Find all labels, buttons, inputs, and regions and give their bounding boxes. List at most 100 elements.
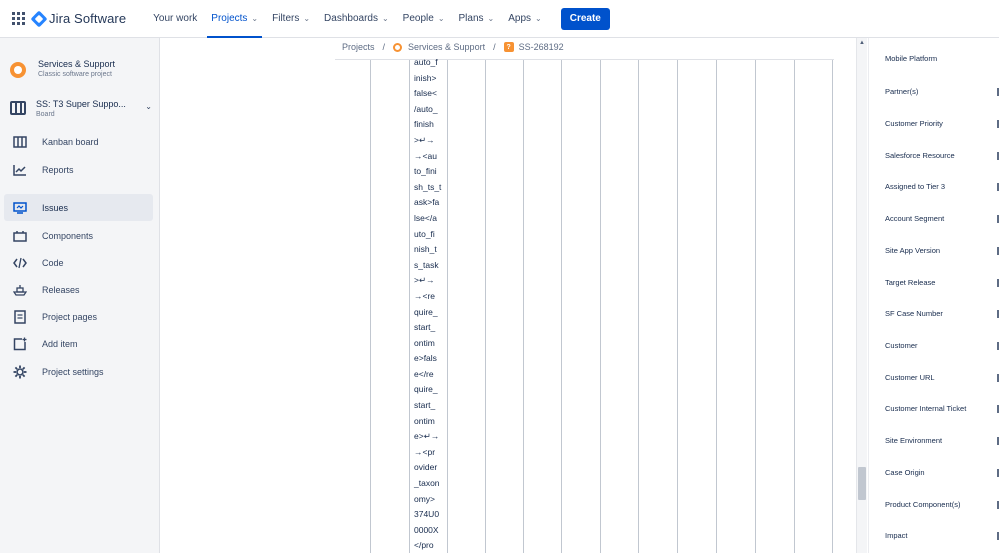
issue-description-table bbox=[335, 59, 834, 553]
cell-line: 0000X bbox=[414, 524, 439, 535]
table-column-divider bbox=[600, 60, 601, 553]
field-label-case-origin: Case Origin bbox=[885, 468, 925, 477]
cell-line: ontim bbox=[414, 337, 435, 348]
field-label-customer-url: Customer URL bbox=[885, 373, 935, 382]
nav-apps[interactable]: Apps ⌄ bbox=[501, 0, 549, 38]
chevron-down-icon: ⌄ bbox=[303, 14, 311, 23]
nav-people-label: People bbox=[402, 13, 434, 24]
main-scrollbar[interactable]: ▲ bbox=[856, 38, 867, 553]
cell-line: →<au bbox=[414, 150, 437, 161]
sidebar-item-add-item[interactable]: Add item bbox=[4, 330, 153, 357]
sidebar-item-label: Components bbox=[42, 230, 94, 241]
nav-plans[interactable]: Plans ⌄ bbox=[452, 0, 502, 38]
nav-your-work-label: Your work bbox=[153, 13, 198, 24]
cell-line: e</re bbox=[414, 368, 434, 379]
field-label-site-environment: Site Environment bbox=[885, 436, 943, 445]
table-column-divider bbox=[716, 60, 717, 553]
scroll-up-arrow-icon[interactable]: ▲ bbox=[859, 40, 865, 46]
breadcrumb-project-link[interactable]: Services & Support bbox=[408, 42, 485, 52]
settings-gear-icon bbox=[12, 364, 28, 380]
field-label-customer: Customer bbox=[885, 341, 918, 350]
table-column-divider bbox=[409, 60, 410, 553]
nav-dashboards[interactable]: Dashboards ⌄ bbox=[317, 0, 396, 38]
project-avatar-icon bbox=[10, 62, 26, 78]
project-type: Classic software project bbox=[38, 71, 112, 78]
cell-line: /auto_ bbox=[414, 103, 438, 114]
field-label-site-app-version: Site App Version bbox=[885, 246, 941, 255]
chevron-down-icon: ⌄ bbox=[145, 102, 152, 111]
project-header[interactable]: Services & Support Classic software proj… bbox=[10, 58, 115, 80]
breadcrumb-separator: / bbox=[493, 42, 496, 52]
cell-line: inish> bbox=[414, 72, 437, 83]
nav-projects[interactable]: Projects ⌄ bbox=[204, 0, 265, 38]
create-button[interactable]: Create bbox=[560, 7, 610, 30]
jira-logo-text: Jira Software bbox=[49, 11, 127, 26]
field-label-assigned-to-tier-3: Assigned to Tier 3 bbox=[885, 182, 946, 191]
board-type: Board bbox=[36, 111, 55, 118]
field-label-sf-case-number: SF Case Number bbox=[885, 309, 943, 318]
sidebar-item-components[interactable]: Components bbox=[4, 222, 153, 249]
app-switcher-icon[interactable] bbox=[12, 11, 26, 26]
cell-line: auto_f bbox=[414, 57, 438, 67]
sidebar-item-label: Issues bbox=[42, 202, 69, 213]
cell-line: ask>fa bbox=[414, 197, 440, 208]
cell-line: 374U0 bbox=[414, 509, 440, 520]
table-column-divider bbox=[561, 60, 562, 553]
cell-line: _taxon bbox=[414, 478, 440, 489]
cell-line: →<pr bbox=[414, 446, 436, 457]
cell-line: quire_ bbox=[414, 384, 438, 395]
kanban-board-icon bbox=[12, 134, 28, 150]
chevron-down-icon: ⌄ bbox=[535, 14, 542, 23]
chevron-down-icon: ⌄ bbox=[251, 14, 259, 23]
cell-line: omy> bbox=[414, 493, 436, 504]
sidebar-item-project-settings[interactable]: Project settings bbox=[4, 358, 153, 385]
sidebar-item-kanban-board[interactable]: Kanban board bbox=[4, 128, 153, 155]
board-icon bbox=[10, 101, 26, 115]
field-label-impact: Impact bbox=[885, 531, 908, 540]
table-column-divider bbox=[832, 60, 833, 553]
cell-line: to_fini bbox=[414, 166, 437, 177]
nav-apps-label: Apps bbox=[508, 13, 532, 24]
sidebar-item-code[interactable]: Code bbox=[4, 249, 153, 276]
breadcrumb-issue-link[interactable]: SS-268192 bbox=[519, 42, 564, 52]
nav-people[interactable]: People ⌄ bbox=[396, 0, 452, 38]
table-column-divider bbox=[485, 60, 486, 553]
cell-line: e>fals bbox=[414, 353, 437, 364]
sidebar-item-issues[interactable]: Issues bbox=[4, 194, 153, 221]
sidebar-item-reports[interactable]: Reports bbox=[4, 156, 153, 183]
table-column-divider bbox=[677, 60, 678, 553]
table-column-divider bbox=[638, 60, 639, 553]
reports-icon bbox=[12, 162, 28, 178]
releases-icon bbox=[12, 282, 28, 298]
cell-line: quire_ bbox=[414, 306, 438, 317]
field-label-target-release: Target Release bbox=[885, 278, 936, 287]
sidebar-item-releases[interactable]: Releases bbox=[4, 276, 153, 303]
cell-line: ontim bbox=[414, 415, 435, 426]
jira-logo[interactable]: Jira Software bbox=[30, 10, 127, 27]
issue-details-panel: Mobile Platform Partner(s) Customer Prio… bbox=[868, 38, 999, 553]
table-column-divider bbox=[794, 60, 795, 553]
board-name: SS: T3 Super Suppo... bbox=[36, 99, 126, 109]
breadcrumb-projects-link[interactable]: Projects bbox=[342, 42, 375, 52]
sidebar-item-label: Releases bbox=[42, 284, 80, 295]
nav-your-work[interactable]: Your work bbox=[146, 0, 204, 38]
cell-line: s_task bbox=[414, 259, 439, 270]
cell-line: uto_fi bbox=[414, 228, 435, 239]
sidebar-item-project-pages[interactable]: Project pages bbox=[4, 303, 153, 330]
table-column-divider bbox=[370, 60, 371, 553]
scrollbar-thumb[interactable] bbox=[858, 467, 866, 500]
breadcrumb-separator: / bbox=[382, 42, 386, 52]
field-label-product-components: Product Component(s) bbox=[885, 500, 961, 509]
cell-line: sh_ts_t bbox=[414, 181, 442, 192]
nav-plans-label: Plans bbox=[458, 13, 484, 24]
cell-line: start_ bbox=[414, 400, 436, 411]
project-name: Services & Support bbox=[38, 59, 116, 69]
question-issue-type-icon: ? bbox=[503, 42, 514, 52]
nav-filters[interactable]: Filters ⌄ bbox=[265, 0, 317, 38]
board-selector[interactable]: SS: T3 Super Suppo... Board ⌄ bbox=[10, 98, 152, 120]
cell-line: →<re bbox=[414, 290, 436, 301]
cell-line: lse</a bbox=[414, 212, 437, 223]
cell-line: e>↵→ bbox=[414, 431, 440, 442]
cell-line: ovider bbox=[414, 462, 438, 473]
cell-line: start_ bbox=[414, 322, 436, 333]
